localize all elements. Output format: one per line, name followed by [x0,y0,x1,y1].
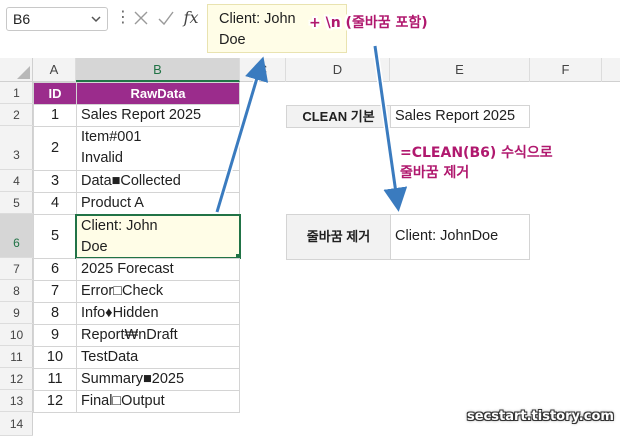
watermark: secstart.tistory.com [467,409,614,424]
formula-annotation-line-1: =CLEAN(B6) 수식으로 [400,145,553,161]
newline-annotation: + \n (줄바꿈 포함) [309,15,428,31]
arrow-cell-to-formula [214,56,269,213]
formula-annotation-line-2: 줄바꿈 제거 [400,165,470,181]
annotation-arrows [214,45,408,213]
arrow-formula-to-result [372,45,408,212]
